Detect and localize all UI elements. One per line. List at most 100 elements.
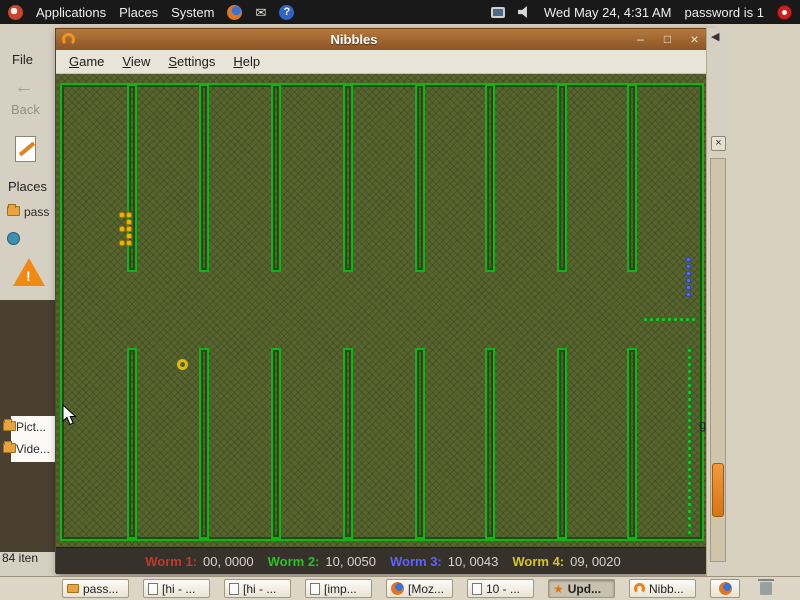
green-worm-horizontal-segment <box>643 317 648 322</box>
nibbles-statusbar: Worm 1: 00, 0000 Worm 2: 10, 0050 Worm 3… <box>56 547 710 574</box>
maze-wall-bottom <box>343 348 353 539</box>
green-worm-vertical-segment <box>687 495 692 500</box>
taskbar-window-button[interactable]: pass... <box>62 579 129 598</box>
taskbar: pass... [hi - ... [hi - ... [imp... [Moz… <box>0 576 800 600</box>
green-worm-horizontal-segment <box>679 317 684 322</box>
folder-icon <box>3 441 16 453</box>
nibbles-titlebar[interactable]: Nibbles – □ × <box>56 29 710 50</box>
menu-system[interactable]: System <box>171 5 214 20</box>
worm1-score: Worm 1: 00, 0000 <box>145 553 254 569</box>
taskbar-firefox-button[interactable] <box>710 579 740 598</box>
yellow-worm-segment <box>126 240 132 246</box>
maximize-button[interactable]: □ <box>660 32 675 47</box>
blue-worm-segment <box>686 257 691 262</box>
minimize-button[interactable]: – <box>633 32 648 47</box>
taskbar-window-button[interactable]: [imp... <box>305 579 372 598</box>
volume-icon[interactable] <box>517 6 527 18</box>
yellow-worm-segment <box>126 212 132 218</box>
green-worm-vertical-segment <box>687 502 692 507</box>
folder-icon <box>7 204 20 216</box>
firefox-launcher-icon[interactable] <box>227 4 243 20</box>
taskbar-window-button[interactable]: Nibb... <box>629 579 696 598</box>
green-worm-vertical-segment <box>687 383 692 388</box>
back-button[interactable]: Back <box>11 102 40 117</box>
yellow-worm-segment <box>119 226 125 232</box>
display-icon[interactable] <box>490 6 505 18</box>
close-button[interactable]: × <box>687 32 702 47</box>
taskbar-window-button[interactable]: Upd... <box>548 579 615 598</box>
panel-status-text: password is 1 <box>684 4 764 20</box>
folder-icon <box>67 584 79 593</box>
green-worm-vertical-segment <box>687 446 692 451</box>
green-worm-vertical-segment <box>687 362 692 367</box>
green-worm-vertical-segment <box>687 425 692 430</box>
worm2-score: Worm 2: 10, 0050 <box>267 553 376 569</box>
sidebar-item-pass[interactable]: pass <box>24 205 56 219</box>
file-menu[interactable]: File <box>12 52 33 67</box>
menu-help[interactable]: Help <box>224 52 269 71</box>
distro-icon[interactable] <box>8 4 23 20</box>
chevron-left-icon[interactable]: ◀ <box>711 30 719 43</box>
taskbar-window-button[interactable]: [hi - ... <box>224 579 291 598</box>
maze-wall-top <box>343 84 353 272</box>
green-worm-vertical-segment <box>687 516 692 521</box>
green-worm-vertical-segment <box>687 488 692 493</box>
nibbles-menubar: Game View Settings Help <box>56 50 710 74</box>
help-icon[interactable]: ? <box>279 4 295 20</box>
occluded-text-fragment: g <box>699 417 707 432</box>
doc-icon <box>229 582 239 595</box>
green-worm-horizontal-segment <box>649 317 654 322</box>
maze-wall-top <box>627 84 637 272</box>
green-worm-vertical-segment <box>687 453 692 458</box>
green-worm-vertical-segment <box>687 530 692 535</box>
back-arrow-icon: ← <box>14 76 34 98</box>
green-worm-horizontal-segment <box>691 317 696 322</box>
mail-icon[interactable]: ✉ <box>255 5 266 20</box>
green-worm-vertical-segment <box>687 467 692 472</box>
scrollbar-thumb[interactable] <box>712 463 724 517</box>
clock[interactable]: Wed May 24, 4:31 AM <box>544 5 672 20</box>
network-globe-icon[interactable] <box>7 232 20 245</box>
taskbar-window-button[interactable]: 10 - ... <box>467 579 534 598</box>
firefox-icon <box>391 582 404 595</box>
edit-document-icon[interactable] <box>15 136 36 162</box>
firefox-icon <box>718 582 732 595</box>
top-panel: Applications Places System ✉ ? Wed May 2… <box>0 0 800 24</box>
green-worm-vertical-segment <box>687 481 692 486</box>
green-worm-vertical-segment <box>687 432 692 437</box>
places-label[interactable]: Places <box>8 179 47 194</box>
menu-view[interactable]: View <box>113 52 159 71</box>
taskbar-window-button[interactable]: [hi - ... <box>143 579 210 598</box>
yellow-worm-segment <box>126 233 132 239</box>
window-controls: – □ × <box>633 32 702 47</box>
maze-wall-bottom <box>557 348 567 539</box>
maze-wall-top <box>485 84 495 272</box>
file-manager-window: File ← Back Places pass ! Pict... Vide..… <box>0 24 57 576</box>
sidebar-item-pictures[interactable]: Pict... <box>16 420 56 434</box>
keyring-icon[interactable] <box>777 4 792 20</box>
green-worm-horizontal-segment <box>673 317 678 322</box>
folder-icon <box>3 419 16 431</box>
menu-places[interactable]: Places <box>119 5 158 20</box>
green-worm-vertical-segment <box>687 523 692 528</box>
green-worm-vertical-segment <box>687 460 692 465</box>
maze-wall-bottom <box>485 348 495 539</box>
green-worm-horizontal-segment <box>667 317 672 322</box>
sidebar-item-videos[interactable]: Vide... <box>16 442 56 456</box>
worm4-score: Worm 4: 09, 0020 <box>512 553 621 569</box>
blue-worm-segment <box>686 264 691 269</box>
trash-icon[interactable] <box>758 579 774 595</box>
worm3-score: Worm 3: 10, 0043 <box>390 553 499 569</box>
background-close-button[interactable]: × <box>711 136 726 151</box>
menu-applications[interactable]: Applications <box>36 5 106 20</box>
taskbar-window-button[interactable]: [Moz... <box>386 579 453 598</box>
scrollbar-track[interactable] <box>710 158 726 562</box>
green-worm-vertical-segment <box>687 390 692 395</box>
green-worm-vertical-segment <box>687 474 692 479</box>
menu-game[interactable]: Game <box>60 52 113 71</box>
menu-settings[interactable]: Settings <box>159 52 224 71</box>
maze-border-wall <box>60 83 704 541</box>
green-worm-vertical-segment <box>687 509 692 514</box>
nibbles-app-icon <box>62 33 75 46</box>
yellow-worm-segment <box>119 212 125 218</box>
